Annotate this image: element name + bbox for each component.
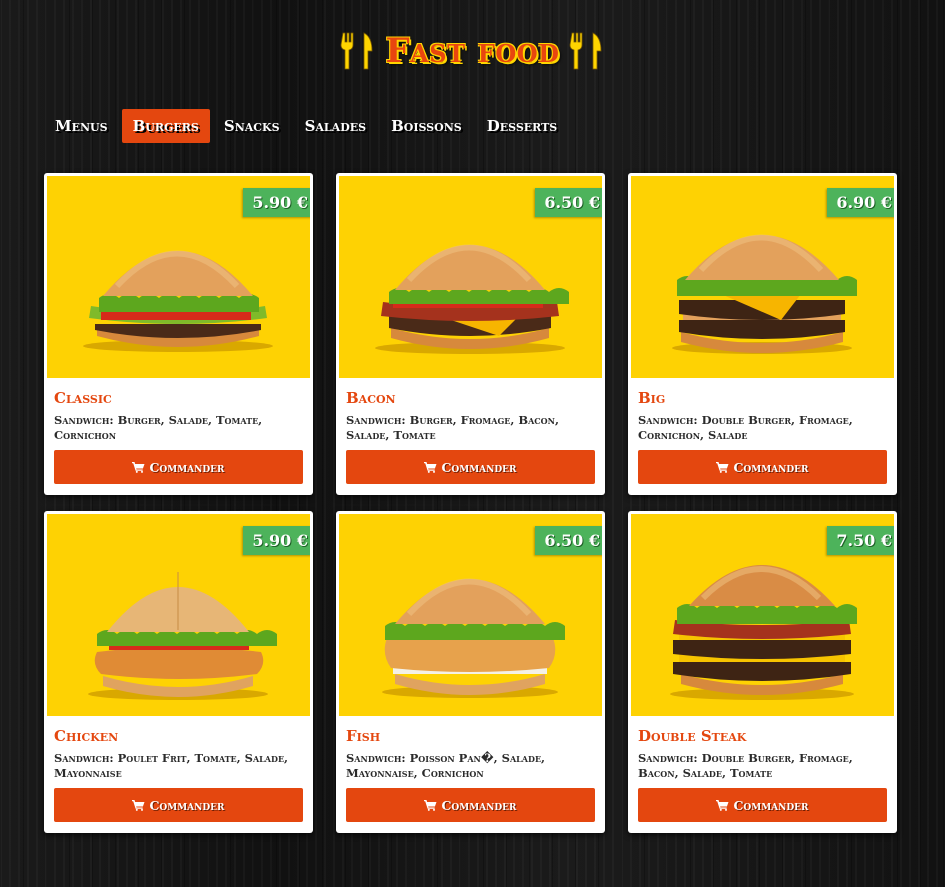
- product-card: 6.50 € Bacon Sandwich: Burger, Fromage, …: [336, 173, 605, 495]
- nav-tab-salades[interactable]: Salades: [294, 109, 378, 143]
- cart-icon: [716, 461, 729, 473]
- product-name: Chicken: [54, 727, 119, 745]
- nav-tab-desserts[interactable]: Desserts: [476, 109, 569, 143]
- category-nav: Menus Burgers Snacks Salades Boissons De…: [44, 109, 568, 143]
- cart-icon: [424, 461, 437, 473]
- nav-tab-snacks[interactable]: Snacks: [213, 109, 291, 143]
- price-badge: 6.50 €: [535, 526, 602, 555]
- product-description: Sandwich: Double Burger, Fromage, Cornic…: [638, 413, 853, 442]
- order-button[interactable]: Commander: [54, 788, 303, 822]
- classic-burger-image: 5.90 €: [47, 176, 310, 378]
- product-name: Classic: [54, 389, 112, 407]
- product-name: Double Steak: [638, 727, 747, 745]
- product-name: Bacon: [346, 389, 396, 407]
- price-badge: 5.90 €: [243, 188, 310, 217]
- product-card: 5.90 € Chicken Sandwich: Poulet Frit, To…: [44, 511, 313, 833]
- product-card: 6.90 € Big Sandwich: Double Burger, From…: [628, 173, 897, 495]
- product-card: 7.50 € Double Steak Sandwich: Double Bur…: [628, 511, 897, 833]
- fish-burger-image: 6.50 €: [339, 514, 602, 716]
- cart-icon: [132, 461, 145, 473]
- order-button[interactable]: Commander: [54, 450, 303, 484]
- product-name: Big: [638, 389, 666, 407]
- nav-tab-burgers[interactable]: Burgers: [121, 109, 210, 143]
- site-title: Fast food: [385, 31, 560, 71]
- double-steak-burger-image: 7.50 €: [631, 514, 894, 716]
- cutlery-icon: [340, 30, 376, 72]
- chicken-burger-image: 5.90 €: [47, 514, 310, 716]
- product-description: Sandwich: Double Burger, Fromage, Bacon,…: [638, 751, 853, 780]
- order-button-label: Commander: [733, 459, 809, 475]
- order-button-label: Commander: [149, 797, 225, 813]
- order-button[interactable]: Commander: [346, 450, 595, 484]
- big-burger-image: 6.90 €: [631, 176, 894, 378]
- nav-tab-menus[interactable]: Menus: [44, 109, 119, 143]
- product-card: 6.50 € Fish Sandwich: Poisson Pan�, Sala…: [336, 511, 605, 833]
- order-button-label: Commander: [149, 459, 225, 475]
- site-header: Fast food: [0, 26, 945, 76]
- nav-tab-boissons[interactable]: Boissons: [380, 109, 473, 143]
- price-badge: 5.90 €: [243, 526, 310, 555]
- product-description: Sandwich: Burger, Fromage, Bacon, Salade…: [346, 413, 559, 442]
- cart-icon: [716, 799, 729, 811]
- product-name: Fish: [346, 727, 381, 745]
- cart-icon: [132, 799, 145, 811]
- bacon-burger-image: 6.50 €: [339, 176, 602, 378]
- cart-icon: [424, 799, 437, 811]
- price-badge: 6.50 €: [535, 188, 602, 217]
- cutlery-icon: [569, 30, 605, 72]
- price-badge: 7.50 €: [827, 526, 894, 555]
- product-description: Sandwich: Burger, Salade, Tomate, Cornic…: [54, 413, 263, 442]
- order-button-label: Commander: [441, 797, 517, 813]
- product-description: Sandwich: Poisson Pan�, Salade, Mayonnai…: [346, 751, 546, 780]
- order-button[interactable]: Commander: [346, 788, 595, 822]
- price-badge: 6.90 €: [827, 188, 894, 217]
- product-card: 5.90 € Classic Sandwich: Burger, Salade,…: [44, 173, 313, 495]
- order-button[interactable]: Commander: [638, 450, 887, 484]
- product-description: Sandwich: Poulet Frit, Tomate, Salade, M…: [54, 751, 289, 780]
- order-button-label: Commander: [733, 797, 809, 813]
- order-button-label: Commander: [441, 459, 517, 475]
- order-button[interactable]: Commander: [638, 788, 887, 822]
